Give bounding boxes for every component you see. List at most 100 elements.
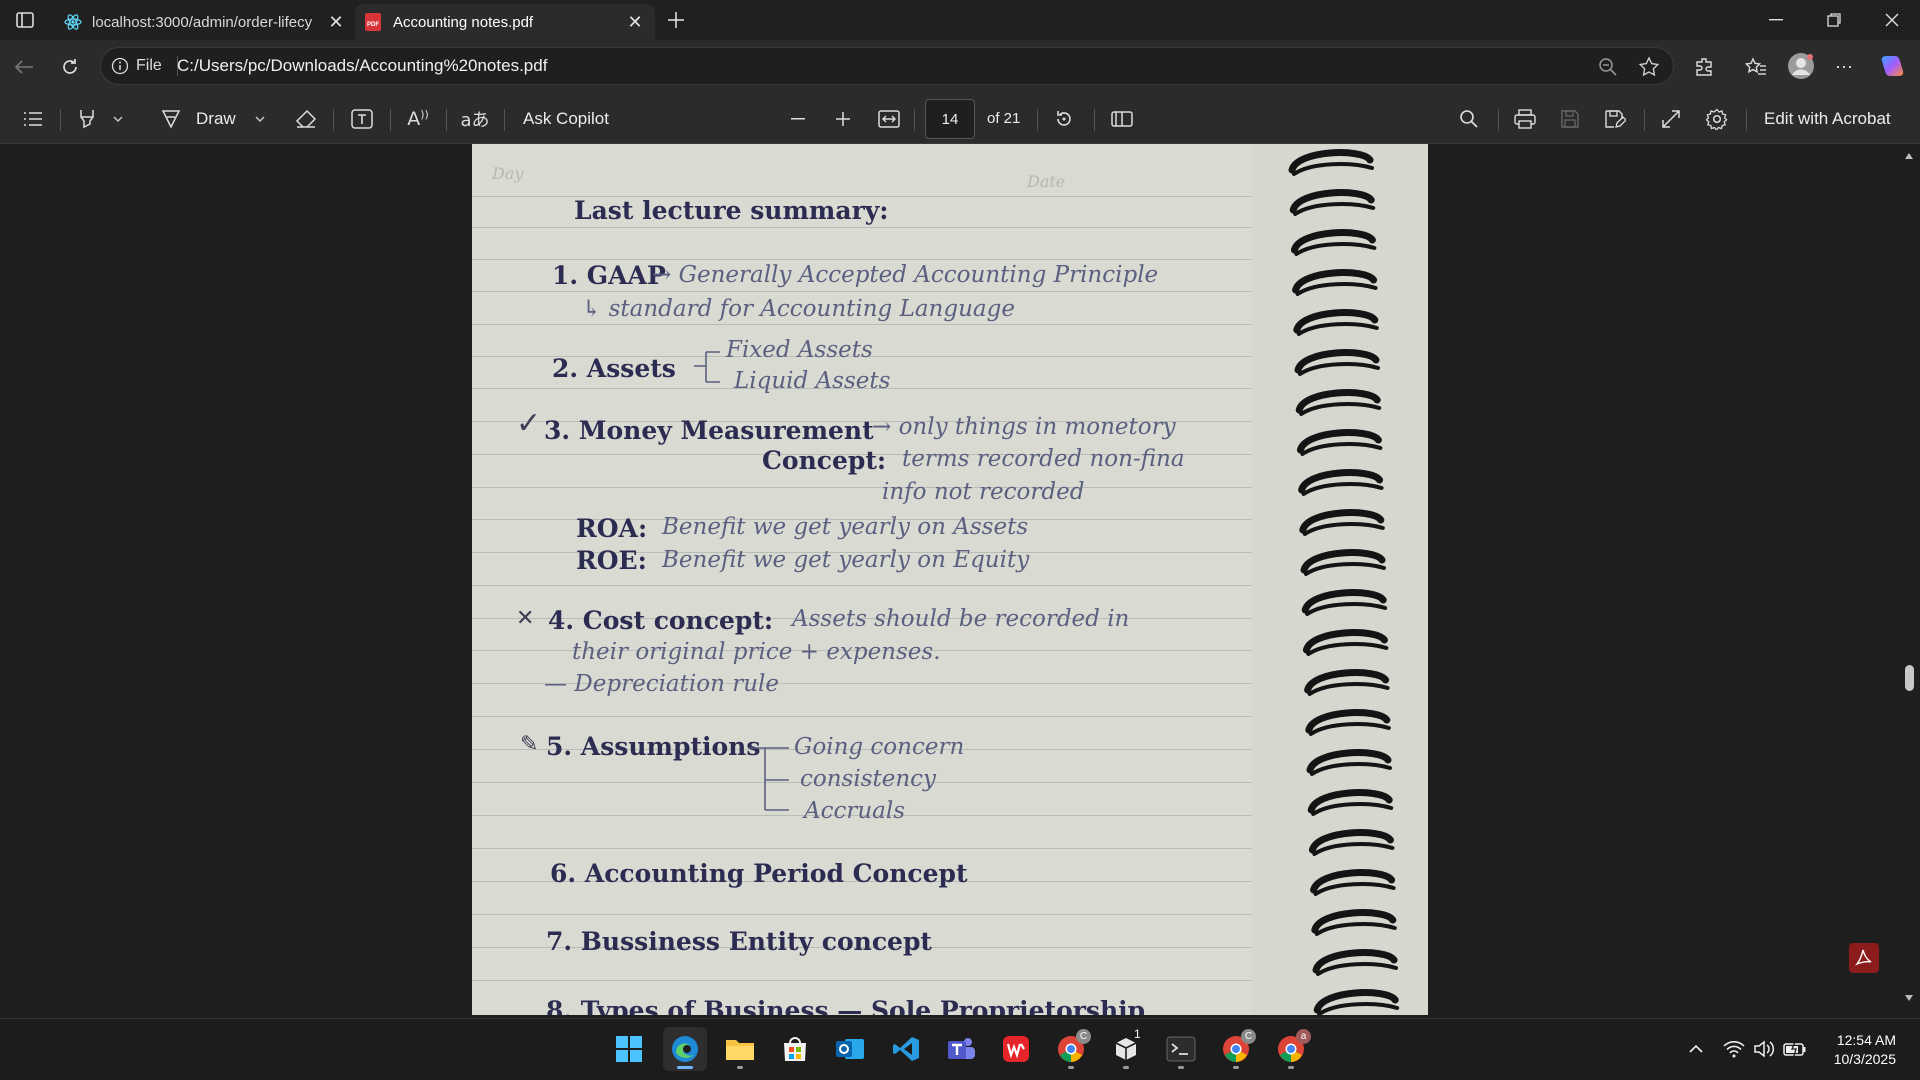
wps-office-icon[interactable] <box>994 1027 1038 1071</box>
item4-heading: 4. Cost concept: <box>548 606 774 635</box>
tab-localhost[interactable]: localhost:3000/admin/order-lifecy ✕ <box>56 4 352 40</box>
clock-date: 10/3/2025 <box>1833 1051 1896 1067</box>
chrome-profile-icon[interactable]: C <box>1049 1027 1093 1071</box>
edit-with-acrobat-button[interactable]: Edit with Acrobat <box>1764 109 1891 129</box>
item6-heading: 6. Accounting Period Concept <box>550 859 968 888</box>
acrobat-logo-button[interactable] <box>1849 943 1879 973</box>
chevron-down-icon[interactable] <box>252 110 268 128</box>
save-as-icon[interactable] <box>1601 107 1629 131</box>
divider <box>914 109 915 131</box>
roe-text: Benefit we get yearly on Equity <box>662 547 1030 573</box>
profile-badge: a <box>1296 1029 1311 1044</box>
item1-heading: 1. GAAP <box>552 261 666 290</box>
fit-width-icon[interactable] <box>875 107 903 131</box>
item8-heading: 8. Types of Business — Sole Proprietorsh… <box>546 996 1146 1015</box>
volume-icon[interactable] <box>1752 1037 1776 1061</box>
divider <box>1037 109 1038 131</box>
highlight-icon[interactable] <box>74 106 100 132</box>
draw-button[interactable]: Draw <box>196 109 236 129</box>
wifi-icon[interactable] <box>1722 1037 1746 1061</box>
close-tab-icon[interactable]: ✕ <box>326 12 346 32</box>
terminal-icon[interactable] <box>1159 1027 1203 1071</box>
ask-copilot-button[interactable]: Ask Copilot <box>523 109 609 129</box>
vertical-scrollbar[interactable] <box>1898 144 1920 1018</box>
date-label: Date <box>1027 172 1066 191</box>
rotate-icon[interactable] <box>1050 107 1078 131</box>
pen-mark-icon: ✎ <box>520 732 539 757</box>
tab-strip: localhost:3000/admin/order-lifecy ✕ PDF … <box>0 0 1920 40</box>
chrome-profile-icon[interactable]: C <box>1214 1027 1258 1071</box>
scrollbar-thumb[interactable] <box>1905 665 1914 691</box>
save-icon <box>1556 107 1584 131</box>
total-pages-label: of 21 <box>987 110 1021 127</box>
new-tab-icon[interactable] <box>662 6 690 34</box>
url-text[interactable]: C:/Users/pc/Downloads/Accounting%20notes… <box>177 56 547 76</box>
divider <box>1644 109 1645 131</box>
chrome-profile-icon[interactable]: a <box>1269 1027 1313 1071</box>
extensions-icon[interactable] <box>1690 53 1718 81</box>
print-icon[interactable] <box>1511 107 1539 131</box>
favorite-star-icon[interactable] <box>1638 56 1660 78</box>
draw-pen-icon[interactable] <box>158 107 184 131</box>
item1-subtext: ↳ standard for Accounting Language <box>582 296 1015 322</box>
translate-icon[interactable]: aあ <box>460 107 490 131</box>
close-window-button[interactable] <box>1864 0 1920 40</box>
react-icon <box>64 13 82 31</box>
tab-accounting-notes[interactable]: PDF Accounting notes.pdf ✕ <box>355 4 655 40</box>
ruled-line <box>472 980 1252 981</box>
file-explorer-icon[interactable] <box>718 1027 762 1071</box>
item3-text-3: info not recorded <box>882 479 1085 505</box>
scroll-up-arrow-icon[interactable] <box>1904 152 1914 160</box>
running-indicator <box>1233 1066 1239 1069</box>
favorites-icon[interactable] <box>1742 53 1770 81</box>
zoom-in-button[interactable] <box>831 107 855 131</box>
address-bar[interactable]: File C:/Users/pc/Downloads/Accounting%20… <box>100 47 1674 85</box>
close-tab-icon[interactable]: ✕ <box>625 12 645 32</box>
running-indicator <box>1178 1066 1184 1069</box>
back-arrow-icon[interactable] <box>10 53 38 81</box>
read-aloud-icon[interactable]: A)) <box>404 107 432 131</box>
start-windows-icon[interactable] <box>607 1027 651 1071</box>
app-box-icon[interactable]: 1 <box>1104 1027 1148 1071</box>
search-icon[interactable] <box>1455 107 1483 131</box>
chevron-down-icon[interactable] <box>110 110 126 128</box>
pdf-viewer[interactable]: Day Date Last lecture summary: 1. GAAP →… <box>0 144 1920 1018</box>
contents-list-icon[interactable] <box>20 107 46 131</box>
tab-actions-icon[interactable] <box>12 9 38 31</box>
divider <box>1498 109 1499 131</box>
check-mark-icon: ✓ <box>516 406 542 441</box>
copilot-icon[interactable] <box>1878 51 1908 81</box>
more-options-icon[interactable]: ⋯ <box>1830 53 1858 81</box>
page-number-input[interactable]: 14 <box>925 99 975 139</box>
microsoft-store-icon[interactable] <box>773 1027 817 1071</box>
profile-avatar-icon[interactable] <box>1786 51 1816 81</box>
teams-icon[interactable] <box>939 1027 983 1071</box>
minimize-button[interactable] <box>1748 0 1804 40</box>
battery-charging-icon[interactable] <box>1782 1037 1808 1061</box>
restore-button[interactable] <box>1806 0 1862 40</box>
edge-browser-icon[interactable] <box>663 1027 707 1071</box>
roa-text: Benefit we get yearly on Assets <box>662 514 1029 540</box>
vscode-icon[interactable] <box>884 1027 928 1071</box>
taskbar: C 1 C a 12:54 AM 10/3/2025 <box>0 1018 1920 1080</box>
settings-gear-icon[interactable] <box>1703 107 1731 131</box>
chevron-up-icon[interactable] <box>1686 1039 1706 1059</box>
fullscreen-icon[interactable] <box>1657 107 1685 131</box>
notification-badge: 1 <box>1134 1027 1141 1041</box>
scroll-down-arrow-icon[interactable] <box>1904 994 1914 1002</box>
outlook-icon[interactable] <box>828 1027 872 1071</box>
ruled-line <box>472 487 1252 488</box>
item2-fixed-assets: Fixed Assets <box>726 337 873 363</box>
tab-title: localhost:3000/admin/order-lifecy <box>92 13 313 31</box>
page-view-icon[interactable] <box>1108 107 1136 131</box>
add-text-icon[interactable] <box>348 107 376 131</box>
refresh-icon[interactable] <box>56 53 84 81</box>
divider <box>446 109 447 131</box>
running-indicator <box>1123 1066 1129 1069</box>
zoom-out-icon[interactable] <box>1598 57 1618 77</box>
day-label: Day <box>492 164 524 183</box>
eraser-icon[interactable] <box>292 106 320 132</box>
info-icon[interactable] <box>111 57 129 75</box>
system-clock[interactable]: 12:54 AM 10/3/2025 <box>1834 1031 1896 1069</box>
zoom-out-button[interactable] <box>786 107 810 131</box>
